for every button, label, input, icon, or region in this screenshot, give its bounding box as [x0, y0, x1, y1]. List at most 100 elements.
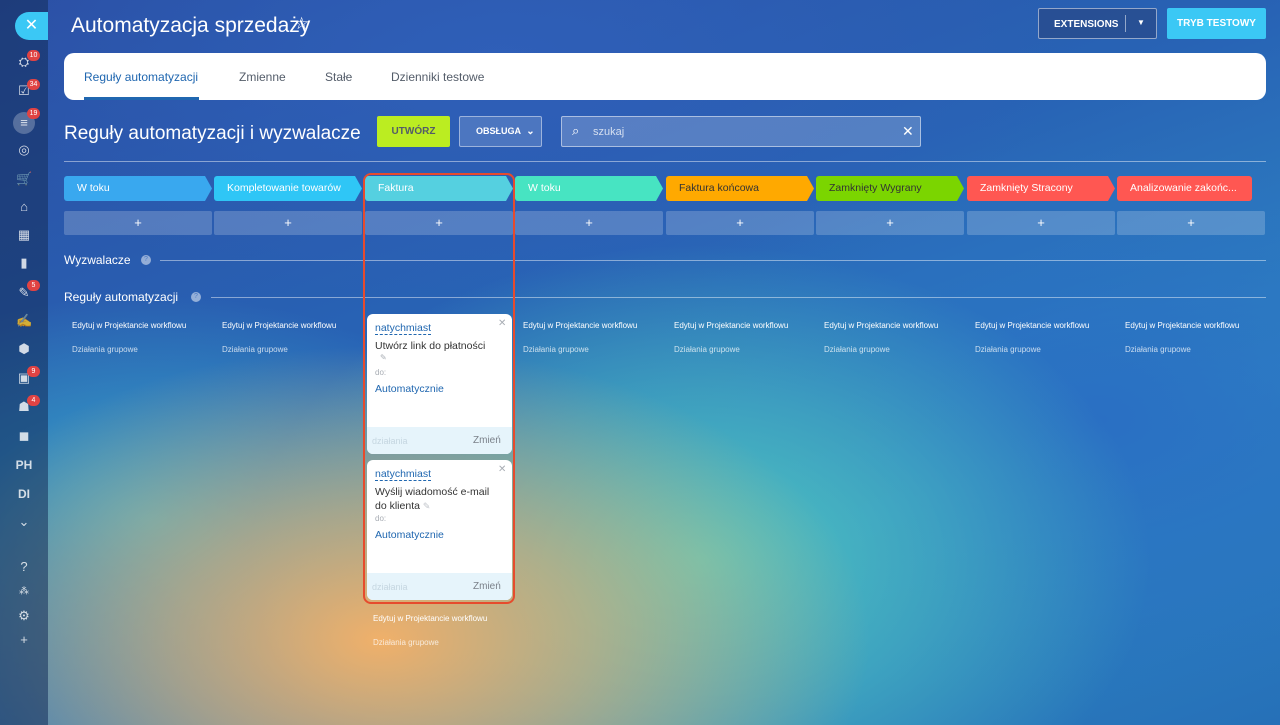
cart-icon[interactable]: 🛒 [16, 171, 32, 187]
tab-test-logs[interactable]: Dzienniki testowe [391, 70, 484, 84]
service-label: OBSŁUGA [476, 126, 521, 136]
add-trigger-button[interactable]: + [64, 211, 212, 235]
create-button[interactable]: UTWÓRZ [377, 116, 450, 147]
chat-badge: 10 [27, 50, 40, 61]
page-title: Automatyzacja sprzedaży [71, 14, 311, 37]
stage-kompletowanie: Kompletowanie towarów [214, 176, 362, 201]
stage-faktura-koncowa: Faktura końcowa [666, 176, 814, 201]
target-icon[interactable]: ◎ [16, 142, 32, 158]
group-actions-link[interactable]: Działania grupowe [1125, 345, 1191, 354]
robot-delay-link[interactable]: natychmiast [375, 322, 432, 335]
robot-name: Utwórz link do płatności [375, 339, 503, 353]
active-tab-underline [84, 97, 199, 100]
change-button[interactable]: Zmień [473, 435, 501, 446]
edit-in-designer-link[interactable]: Edytuj w Projektancie workflowu [674, 321, 788, 330]
edit-in-designer-link[interactable]: Edytuj w Projektancie workflowu [72, 321, 186, 330]
search-box[interactable]: ⌕ ✕ [561, 116, 921, 147]
tabs-panel: Reguły automatyzacji Zmienne Stałe Dzien… [64, 53, 1266, 100]
add-trigger-button[interactable]: + [1117, 211, 1265, 235]
shield-icon[interactable]: ⬢ [16, 341, 32, 357]
divider [160, 260, 1266, 261]
tab-constants[interactable]: Stałe [325, 70, 352, 84]
add-trigger-button[interactable]: + [666, 211, 814, 235]
chevron-down-icon: ⌄ [526, 126, 535, 137]
search-input[interactable] [593, 124, 893, 140]
robot-delay-link[interactable]: natychmiast [375, 468, 432, 481]
divider [64, 161, 1266, 162]
add-trigger-button[interactable]: + [967, 211, 1115, 235]
stage-w-toku: W toku [64, 176, 212, 201]
help-icon[interactable]: ? [141, 255, 151, 265]
robot-actions-label: działania [372, 436, 408, 446]
group-actions-link[interactable]: Działania grupowe [523, 345, 589, 354]
edit-in-designer-link[interactable]: Edytuj w Projektancie workflowu [1125, 321, 1239, 330]
close-icon[interactable]: ✕ [498, 464, 506, 475]
add-icon[interactable]: + [16, 632, 32, 648]
add-trigger-button[interactable]: + [214, 211, 362, 235]
tab-variables[interactable]: Zmienne [239, 70, 286, 84]
stage-zamkniety-wygrany: Zamknięty Wygrany [816, 176, 964, 201]
group-actions-link[interactable]: Działania grupowe [824, 345, 890, 354]
doc-badge: 5 [27, 280, 40, 291]
pencil-icon[interactable]: ✎ [380, 353, 387, 362]
tasks-badge: 34 [27, 79, 40, 90]
left-sidebar: ✕ ⛭ 10 ☑ 34 ≡ 19 ◎ 🛒 ⌂ ▦ ▮ ✎ 5 ✍ ⬢ ▣ 9 ☗… [0, 0, 48, 725]
gear-icon[interactable]: ⚙ [16, 608, 32, 624]
edit-in-designer-link[interactable]: Edytuj w Projektancie workflowu [373, 614, 487, 623]
wallpaper-background [0, 0, 1280, 725]
crm-badge: 19 [27, 108, 40, 119]
edit-in-designer-link[interactable]: Edytuj w Projektancie workflowu [975, 321, 1089, 330]
bank-icon[interactable]: ⌂ [16, 199, 32, 215]
extensions-label: EXTENSIONS [1054, 19, 1119, 30]
close-slider-button[interactable]: ✕ [15, 12, 48, 40]
chevron-down-icon[interactable]: ⌄ [16, 514, 32, 530]
change-button[interactable]: Zmień [473, 581, 501, 592]
group-actions-link[interactable]: Działania grupowe [975, 345, 1041, 354]
box-icon[interactable]: ◼ [16, 428, 32, 444]
clear-icon[interactable]: ✕ [902, 123, 914, 140]
robot-card-footer: działania Zmień [367, 573, 512, 600]
rules-heading: Reguły automatyzacji [64, 290, 179, 304]
stage-w-toku-2: W toku [515, 176, 663, 201]
close-icon[interactable]: ✕ [498, 318, 506, 329]
triggers-heading: Wyzwalacze [64, 253, 131, 267]
help-icon[interactable]: ? [16, 559, 32, 575]
robot-name-line: Wyślij wiadomość e-mail [375, 486, 490, 498]
edit-in-designer-link[interactable]: Edytuj w Projektancie workflowu [824, 321, 938, 330]
signature-icon[interactable]: ✍ [16, 313, 32, 329]
calendar-icon[interactable]: ▦ [16, 227, 32, 243]
help-icon[interactable]: ? [191, 292, 201, 302]
robot-actions-label: działania [372, 582, 408, 592]
tab-automation-rules[interactable]: Reguły automatyzacji [84, 70, 198, 84]
robot-name-text: Utwórz link do płatności [375, 340, 486, 352]
structure-icon[interactable]: ⁂ [16, 584, 32, 600]
analytics-icon[interactable]: ▮ [16, 255, 32, 271]
stage-zamkniety-stracony: Zamknięty Stracony [967, 176, 1115, 201]
robot-to-label: do: [375, 514, 387, 523]
robot-mode-link[interactable]: Automatycznie [375, 383, 444, 395]
edit-in-designer-link[interactable]: Edytuj w Projektancie workflowu [222, 321, 336, 330]
group-actions-link[interactable]: Działania grupowe [222, 345, 288, 354]
test-mode-button[interactable]: TRYB TESTOWY [1167, 8, 1266, 39]
group-actions-link[interactable]: Działania grupowe [373, 638, 439, 647]
contact-badge: 9 [27, 366, 40, 377]
robot-name: Wyślij wiadomość e-mail do klienta ✎ [375, 485, 503, 513]
robot-name-line: do klienta [375, 500, 420, 512]
sidebar-item-di[interactable]: DI [14, 486, 34, 502]
robot-card[interactable]: natychmiast ✕ Utwórz link do płatności ✎… [367, 314, 512, 454]
edit-in-designer-link[interactable]: Edytuj w Projektancie workflowu [523, 321, 637, 330]
sidebar-item-ph[interactable]: PH [14, 457, 34, 473]
group-actions-link[interactable]: Działania grupowe [674, 345, 740, 354]
pencil-icon[interactable]: ✎ [423, 501, 431, 511]
add-trigger-button[interactable]: + [816, 211, 964, 235]
divider [1125, 15, 1126, 32]
caret-down-icon[interactable]: ▼ [1137, 18, 1145, 27]
add-trigger-button[interactable]: + [515, 211, 663, 235]
star-icon[interactable]: ☆ [294, 14, 309, 34]
robot-mode-link[interactable]: Automatycznie [375, 529, 444, 541]
robot-to-label: do: [375, 368, 387, 377]
group-actions-link[interactable]: Działania grupowe [72, 345, 138, 354]
extensions-button[interactable]: EXTENSIONS ▼ [1038, 8, 1157, 39]
service-dropdown-button[interactable]: OBSŁUGA ⌄ [459, 116, 542, 147]
robot-card[interactable]: natychmiast ✕ Wyślij wiadomość e-mail do… [367, 460, 512, 600]
